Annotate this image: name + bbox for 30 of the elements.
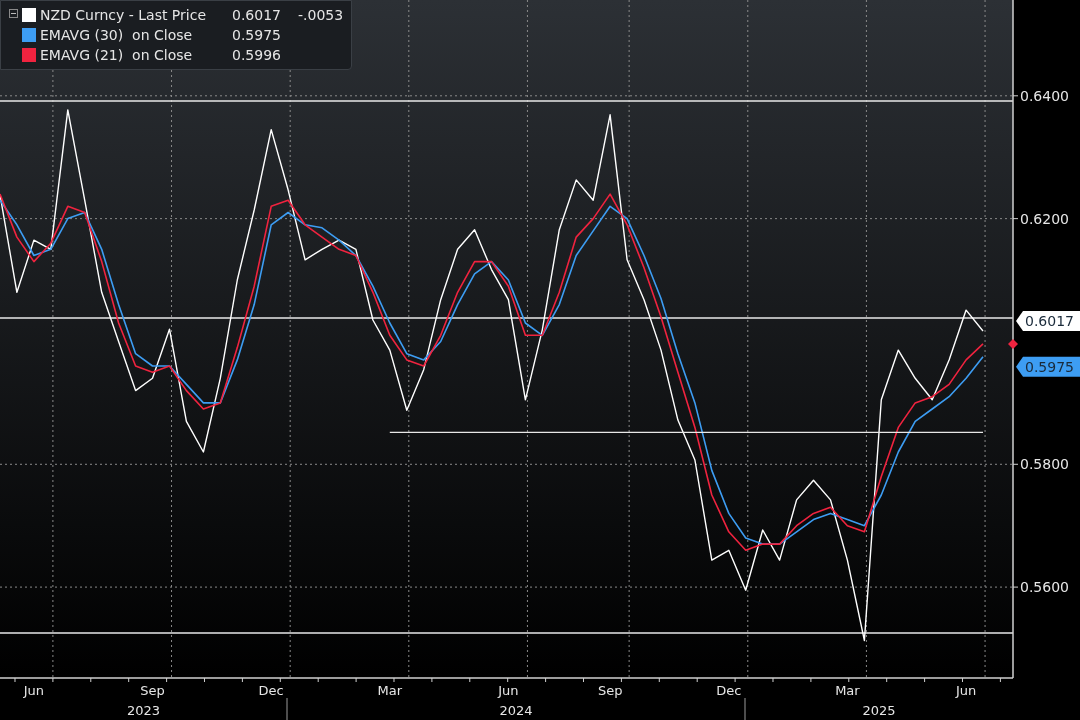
y-axis-label: 0.6400 xyxy=(1020,87,1069,104)
legend-label: EMAVG (30) on Close xyxy=(40,25,194,45)
last-value-marker xyxy=(1008,338,1018,349)
y-axis-label: 0.5600 xyxy=(1020,579,1069,596)
legend-value: 0.5996 xyxy=(232,45,282,65)
y-axis-label: 0.6200 xyxy=(1020,210,1069,227)
legend-swatch xyxy=(22,8,36,22)
last-value-tag: 0.5975 xyxy=(1016,356,1080,377)
legend-swatch xyxy=(22,28,36,42)
year-label: 2024 xyxy=(499,703,533,718)
year-label: 2023 xyxy=(126,703,161,718)
legend-label: NZD Curncy - Last Price xyxy=(40,5,208,25)
x-axis-label: Jun xyxy=(498,683,519,698)
y-axis-label: 0.5800 xyxy=(1020,456,1069,473)
x-axis-label: Sep xyxy=(597,683,623,698)
x-axis-label: Dec xyxy=(716,683,742,698)
legend-swatch xyxy=(22,48,36,62)
legend-value: 0.6017 xyxy=(232,5,282,25)
x-axis-label: Jun xyxy=(23,683,45,698)
legend-label: EMAVG (21) on Close xyxy=(40,45,194,65)
collapse-icon[interactable] xyxy=(9,9,18,18)
legend-value: 0.5975 xyxy=(232,25,282,45)
x-axis-label: Jun xyxy=(955,683,977,698)
last-value-tag: 0.6017 xyxy=(1016,311,1080,331)
x-axis-label: Sep xyxy=(140,683,165,698)
year-label: 2025 xyxy=(862,703,896,718)
legend-change: -.0053 xyxy=(298,5,344,25)
x-axis-label: Mar xyxy=(377,683,403,698)
x-axis-label: Mar xyxy=(835,683,860,698)
x-axis-label: Dec xyxy=(258,683,284,698)
